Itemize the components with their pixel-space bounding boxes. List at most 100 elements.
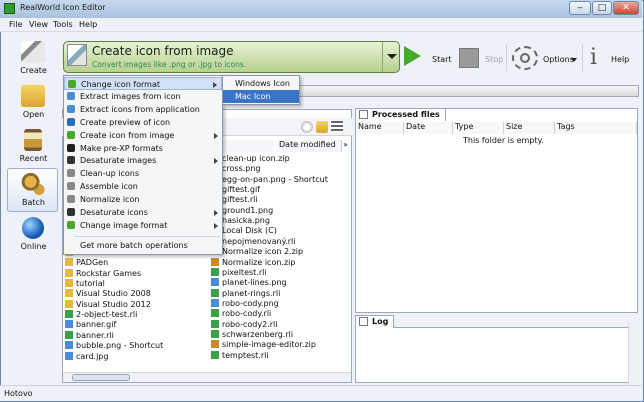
file-row[interactable]: simple-image-editor.zip [211,340,346,350]
info-icon[interactable]: i [590,45,597,70]
batch-menu-item[interactable]: Desaturate images [64,154,222,167]
menu-item-icon [67,220,75,229]
menu-item-label: Make pre-XP formats [80,143,163,153]
sidebar-recent[interactable]: Recent [7,124,58,168]
gears-icon [21,173,45,195]
submenu-mac-icon[interactable]: Mac Icon [223,90,299,103]
sidebar-online[interactable]: Online [7,212,58,256]
batch-menu-item[interactable]: Change icon format [64,77,222,90]
file-row[interactable]: planet-lines.png [211,278,346,288]
submenu-windows-icon[interactable]: Windows Icon [223,77,299,90]
file-icon [211,257,219,266]
maximize-button[interactable]: □ [592,1,612,15]
stop-button[interactable]: Stop [485,55,503,64]
play-icon[interactable] [404,46,421,66]
file-name: simple-image-editor.zip [222,340,316,350]
batch-menu-item[interactable]: Change image format [64,219,222,232]
file-row[interactable]: schwarzenberg.rli [211,329,346,340]
sidebar-create[interactable]: Create [7,36,58,80]
file-row[interactable]: egg-on-pan.png - Shortcut [211,174,346,185]
batch-menu-item[interactable]: Clean-up icons [64,167,222,180]
file-name: card.jpg [76,351,109,361]
operation-icon [67,44,87,66]
file-name: temptest.rli [222,350,269,360]
back-icon[interactable] [301,121,313,133]
minimize-button[interactable]: ‒ [569,1,591,15]
file-row[interactable]: cross.png [211,164,346,174]
file-row[interactable]: card.jpg [65,351,205,362]
sidebar-batch[interactable]: Batch [7,168,58,212]
file-row[interactable]: clean-up icon.zip [211,154,346,164]
sidebar-open[interactable]: Open [7,80,58,124]
menu-item-icon [67,156,75,165]
file-row[interactable]: Rockstar Games [65,268,205,279]
batch-menu-item[interactable]: Extract icons from application [64,103,222,116]
file-row[interactable]: Normalize icon.zip [211,257,346,268]
processed-tab-label: Processed files [372,110,440,119]
batch-menu-item[interactable]: Extract images from icon [64,90,222,103]
file-icon [211,340,219,349]
log-scrollbar[interactable] [628,323,638,385]
col-date-modified[interactable]: Date modified [276,140,342,152]
more-columns-icon[interactable]: » [343,140,348,149]
file-row[interactable]: robo-cody.png [211,298,346,309]
file-row[interactable]: hasicka.png [211,216,346,226]
menu-item-icon [67,91,75,100]
menu-item-icon [67,208,75,216]
batch-menu-item[interactable]: Desaturate icons [64,206,222,219]
batch-menu-item[interactable]: Normalize icon [64,193,222,206]
file-row[interactable]: 2-object-test.rli [65,310,205,320]
file-row[interactable]: banner.gif [65,320,205,330]
col-name[interactable]: Name [356,122,404,134]
options-button[interactable]: Options [543,55,574,64]
file-row[interactable]: planet-rings.rli [211,288,346,299]
menu-tools[interactable]: Tools [53,20,73,29]
batch-menu-item[interactable]: Create icon from image [64,129,222,142]
submenu-arrow-icon [214,210,218,216]
window-title: RealWorld Icon Editor [20,3,106,12]
file-row[interactable]: tutorial [65,279,205,289]
sidebar-open-label: Open [22,110,45,119]
menu-view[interactable]: View [29,20,48,29]
menu-item-icon [67,130,75,139]
folder-up-icon[interactable] [316,121,328,133]
file-row[interactable]: robo-cody2.rli [211,319,346,330]
file-row[interactable]: giftest.gif [211,185,346,195]
menu-item-label: Assemble icon [80,182,138,192]
scrollbar-thumb[interactable] [72,374,130,381]
stop-icon[interactable] [459,48,479,68]
file-row[interactable]: Local Disk (C) [211,226,346,236]
col-name-header[interactable] [222,140,274,152]
batch-menu-item[interactable]: Assemble icon [64,180,222,193]
file-row[interactable]: robo-cody.rli [211,309,346,319]
batch-menu-item[interactable]: Make pre-XP formats [64,142,222,155]
file-name: clean-up icon.zip [222,154,290,163]
file-row[interactable]: Normalize icon 2.zip [211,247,346,257]
help-button[interactable]: Help [611,55,629,64]
close-button[interactable]: ✕ [613,1,639,15]
tab-processed-files[interactable]: Processed files [355,108,446,121]
file-row[interactable]: pixeltest.rli [211,267,346,278]
file-name: bubble.png - Shortcut [76,341,164,351]
file-row[interactable]: ground1.png [211,205,346,216]
file-row[interactable]: temptest.rli [211,350,346,361]
menu-file[interactable]: File [9,20,22,29]
menu-help[interactable]: Help [79,20,97,29]
file-row[interactable]: Visual Studio 2012 [65,299,205,310]
file-row[interactable]: giftest.rli [211,195,346,205]
file-row[interactable]: Visual Studio 2008 [65,289,205,299]
hourglass-icon [24,129,42,151]
col-tags[interactable]: Tags [555,122,637,134]
file-row[interactable]: bubble.png - Shortcut [65,341,205,351]
col-date[interactable]: Date [404,122,453,134]
operation-dropdown-toggle[interactable] [382,42,399,72]
col-size[interactable]: Size [504,122,555,134]
get-more-batch-operations[interactable]: Get more batch operations [64,239,222,252]
view-mode-icon[interactable] [331,121,343,133]
start-button[interactable]: Start [432,55,452,64]
file-row[interactable]: banner.rli [65,330,205,341]
col-type[interactable]: Type [453,122,504,134]
batch-menu-item[interactable]: Create preview of icon [64,116,222,129]
file-row[interactable]: nepojmenovaný.rli [211,236,346,247]
file-row[interactable]: PADGen [65,258,205,268]
